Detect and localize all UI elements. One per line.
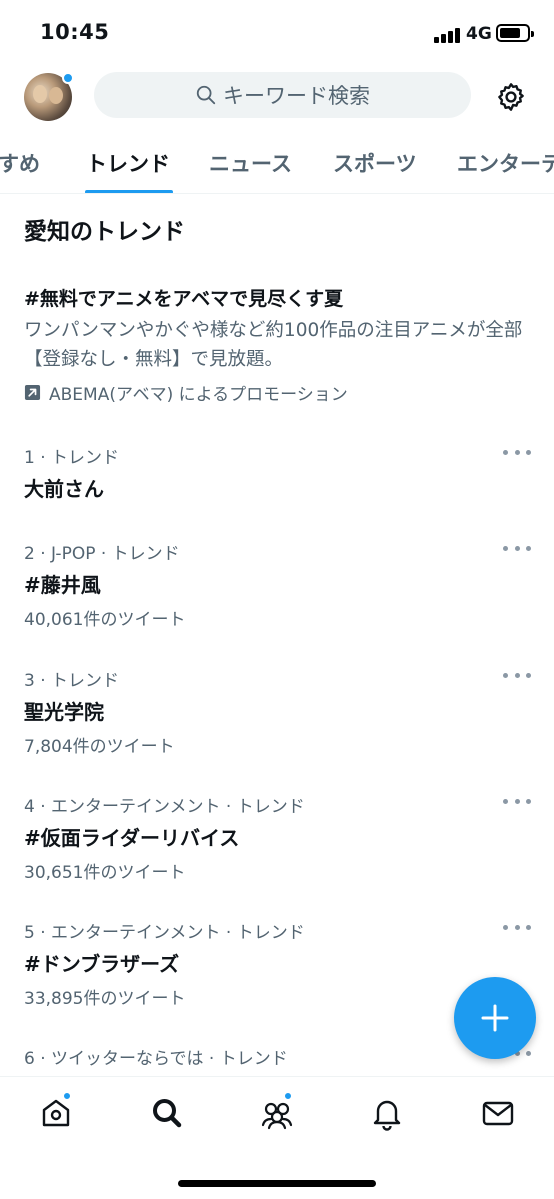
more-icon[interactable] (503, 796, 531, 806)
trend-name: #藤井風 (24, 573, 101, 597)
signal-icon (434, 27, 462, 43)
nav-messages[interactable] (480, 1095, 516, 1131)
compose-button[interactable] (454, 977, 536, 1059)
avatar[interactable] (24, 72, 74, 121)
tab-trending[interactable]: トレンド (86, 148, 170, 178)
home-indicator (178, 1180, 376, 1187)
more-icon[interactable] (503, 922, 531, 932)
promoted-trend-description: ワンパンマンやかぐや様など約100作品の注目アニメが全部【登録なし・無料】で見放… (24, 320, 523, 370)
nav-communities[interactable] (259, 1091, 295, 1131)
tab-news[interactable]: ニュース (209, 148, 292, 178)
section-title: 愛知のトレンド (24, 219, 185, 245)
nav-search[interactable] (149, 1095, 185, 1131)
trend-name: #ドンブラザーズ (24, 952, 180, 976)
home-badge (62, 1091, 72, 1101)
promoted-icon (24, 384, 41, 401)
more-icon[interactable] (503, 543, 531, 553)
tab-recommended[interactable]: すめ (0, 148, 40, 178)
more-icon[interactable] (503, 670, 531, 680)
search-input[interactable]: キーワード検索 (94, 72, 471, 118)
notification-dot (62, 72, 74, 84)
promoted-trend-title[interactable]: #無料でアニメをアベマで見尽くす夏 (24, 284, 343, 311)
trend-name: 聖光学院 (24, 700, 104, 724)
plus-icon (481, 1004, 509, 1032)
notifications-icon (373, 1100, 401, 1131)
tab-entertainment[interactable]: エンターテ (457, 148, 554, 178)
promoted-label: ABEMA(アベマ) によるプロモーション (24, 380, 348, 405)
trend-name: #仮面ライダーリバイス (24, 826, 240, 850)
search-icon (153, 1099, 182, 1128)
network-label: 4G (466, 24, 492, 44)
trend-item[interactable]: 3 · トレンド 聖光学院 7,804件のツイート (0, 666, 554, 786)
trend-meta: 3 · トレンド (24, 671, 120, 691)
nav-home[interactable] (38, 1091, 74, 1131)
messages-icon (482, 1101, 514, 1126)
trend-tweet-count: 7,804件のツイート (24, 737, 175, 757)
trend-name: 大前さん (24, 477, 104, 501)
trend-tweet-count: 33,895件のツイート (24, 989, 186, 1009)
trend-tweet-count: 30,651件のツイート (24, 863, 186, 883)
trend-item[interactable]: 4 · エンターテインメント · トレンド #仮面ライダーリバイス 30,651… (0, 792, 554, 912)
explore-tabs: すめ トレンド ニュース スポーツ エンターテ (0, 128, 554, 194)
promoted-by-text: ABEMA(アベマ) によるプロモーション (49, 385, 348, 405)
header: キーワード検索 (0, 66, 554, 128)
trend-item[interactable]: 2 · J-POP · トレンド #藤井風 40,061件のツイート (0, 539, 554, 659)
trend-meta: 6 · ツイッターならでは · トレンド (24, 1049, 288, 1069)
search-placeholder: キーワード検索 (223, 84, 370, 108)
trend-meta: 4 · エンターテインメント · トレンド (24, 797, 305, 817)
status-time: 10:45 (40, 20, 110, 44)
gear-icon[interactable] (495, 81, 527, 113)
communities-badge (283, 1091, 293, 1101)
search-icon (196, 85, 216, 105)
trend-meta: 2 · J-POP · トレンド (24, 544, 180, 564)
status-bar: 10:45 4G (0, 0, 554, 66)
tab-sports[interactable]: スポーツ (333, 148, 417, 178)
nav-notifications[interactable] (369, 1095, 405, 1131)
bottom-nav (0, 1076, 554, 1199)
battery-icon (496, 24, 534, 42)
active-tab-indicator (85, 190, 173, 193)
trend-meta: 5 · エンターテインメント · トレンド (24, 923, 305, 943)
more-icon[interactable] (503, 447, 531, 457)
trend-tweet-count: 40,061件のツイート (24, 610, 186, 630)
trend-meta: 1 · トレンド (24, 448, 120, 468)
